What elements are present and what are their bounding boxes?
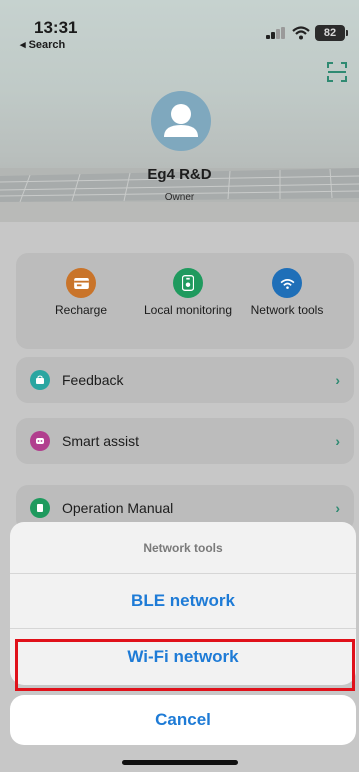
assist-icon xyxy=(30,431,50,451)
chevron-right-icon: › xyxy=(335,500,340,516)
menu-label-operation-manual: Operation Manual xyxy=(62,500,174,516)
network-tools-action[interactable]: Network tools xyxy=(242,268,332,317)
status-bar: 13:31 ◂ Search 82 xyxy=(0,0,359,52)
network-tools-label: Network tools xyxy=(250,303,324,317)
manual-icon xyxy=(30,498,50,518)
user-avatar[interactable] xyxy=(151,91,211,151)
cancel-button[interactable]: Cancel xyxy=(10,695,356,745)
recharge-label: Recharge xyxy=(54,303,108,317)
card-icon xyxy=(66,268,96,298)
menu-label-feedback: Feedback xyxy=(62,372,124,388)
local-monitoring-label: Local monitoring xyxy=(143,303,233,317)
person-icon xyxy=(164,104,198,137)
wifi-option-highlight-box xyxy=(15,639,355,691)
user-role: Owner xyxy=(164,192,195,203)
wifi-signal-icon xyxy=(272,268,302,298)
back-to-search-link[interactable]: ◂ Search xyxy=(20,38,65,51)
action-sheet-title: Network tools xyxy=(10,522,356,574)
ble-network-option[interactable]: BLE network xyxy=(10,574,356,629)
battery-level: 82 xyxy=(315,25,348,41)
home-indicator xyxy=(122,760,238,765)
cellular-signal-icon xyxy=(266,27,288,39)
user-name: Eg4 R&D xyxy=(147,166,212,183)
local-monitoring-action[interactable]: Local monitoring xyxy=(143,268,233,317)
menu-label-smart-assist: Smart assist xyxy=(62,433,140,449)
menu-item-feedback[interactable]: Feedback › xyxy=(16,357,354,403)
wifi-status-icon xyxy=(292,26,310,40)
feedback-icon xyxy=(30,370,50,390)
status-time: 13:31 xyxy=(34,18,78,37)
scan-icon[interactable] xyxy=(327,62,347,82)
chevron-right-icon: › xyxy=(335,433,340,449)
recharge-action[interactable]: Recharge xyxy=(36,268,126,317)
chevron-right-icon: › xyxy=(335,372,340,388)
monitor-device-icon xyxy=(173,268,203,298)
menu-item-smart-assist[interactable]: Smart assist › xyxy=(16,418,354,464)
